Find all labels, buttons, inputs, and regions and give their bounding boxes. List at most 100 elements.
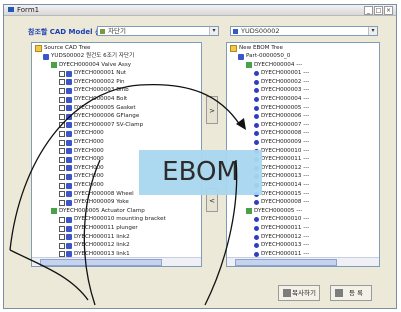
tree-item[interactable]: DYECH000004 Valve Assy xyxy=(51,62,131,69)
title-bar[interactable]: Form1 _ □ × xyxy=(4,5,396,16)
tree-item[interactable]: DYECH000011 link2 xyxy=(59,234,130,241)
tree-item[interactable]: DYECH000003 Blnb xyxy=(59,87,129,94)
checkbox-icon[interactable] xyxy=(59,87,65,94)
checkbox-icon[interactable] xyxy=(59,199,65,206)
tree-item[interactable]: DYECH000011 --- xyxy=(254,225,309,232)
chevron-down-icon[interactable]: ▾ xyxy=(368,27,377,35)
checkbox-icon[interactable] xyxy=(59,191,65,198)
checkbox-icon[interactable] xyxy=(59,139,65,146)
part-icon xyxy=(254,114,259,120)
scrollbar-thumb[interactable] xyxy=(40,259,162,266)
tree-item[interactable]: DYECH000010 mounting bracket xyxy=(59,216,166,223)
tree-item[interactable]: DYECH000 xyxy=(59,173,104,180)
tree-item[interactable]: DYECH000005 Actuator Clamp xyxy=(51,208,145,215)
tree-item[interactable]: DYECH000008 --- xyxy=(254,199,309,206)
tree-item-label: DYECH000008 Wheel xyxy=(74,190,134,197)
checkbox-icon[interactable] xyxy=(59,79,65,86)
checkbox-icon[interactable] xyxy=(59,165,65,172)
tree-item[interactable]: DYECH000012 --- xyxy=(254,165,309,172)
tree-item[interactable]: DYECH000004 --- xyxy=(254,96,309,103)
tree-item[interactable]: DYECH000004 --- xyxy=(246,62,302,69)
close-button[interactable]: × xyxy=(384,6,393,15)
tree-item[interactable]: DYECH000008 --- xyxy=(254,130,309,137)
tree-item-label: DYECH000010 --- xyxy=(261,216,310,223)
horizontal-scrollbar[interactable] xyxy=(32,257,201,266)
tree-item[interactable]: DYECH000006 --- xyxy=(254,113,309,120)
checkbox-icon[interactable] xyxy=(59,225,65,232)
tree-item[interactable]: DYECH000003 --- xyxy=(254,87,309,94)
tree-item[interactable]: DYECH000013 --- xyxy=(254,173,309,180)
part-icon xyxy=(238,53,244,60)
tree-item[interactable]: DYECH000009 --- xyxy=(254,139,309,146)
tree-item[interactable]: DYECH000001 --- xyxy=(254,70,309,77)
tree-item[interactable]: DYECH000005 --- xyxy=(254,105,309,112)
chevron-down-icon[interactable]: ▾ xyxy=(209,27,218,35)
add-to-ebom-button[interactable]: > xyxy=(206,96,218,124)
maximize-button[interactable]: □ xyxy=(374,6,383,15)
tree-item[interactable]: DYECH000014 --- xyxy=(254,182,309,189)
ebom-overlay-label: EBOM xyxy=(139,150,262,195)
checkbox-icon[interactable] xyxy=(59,130,65,137)
checkbox-icon[interactable] xyxy=(59,122,65,129)
tree-item[interactable]: DYECH000007 --- xyxy=(254,122,309,129)
part-icon xyxy=(254,217,259,223)
tree-item-label: DYECH000007 SV-Clamp xyxy=(74,121,144,128)
tree-item[interactable]: DYECH000005 Gasket xyxy=(59,105,136,112)
checkbox-icon[interactable] xyxy=(59,216,65,223)
tree-item[interactable]: DYECH000 xyxy=(59,148,104,155)
tree-item[interactable]: DYECH000010 --- xyxy=(254,148,309,155)
tree-item[interactable]: DYECH000013 --- xyxy=(254,242,309,249)
tree-root[interactable]: New EBOM Tree xyxy=(230,45,283,52)
tree-item[interactable]: DYECH000005 --- xyxy=(246,208,302,215)
tree-item[interactable]: DYECH000009 Yoke xyxy=(59,199,129,206)
tree-item[interactable]: DYECH000006 GFlange xyxy=(59,113,139,120)
checkbox-icon[interactable] xyxy=(59,96,65,103)
part-icon xyxy=(254,131,259,137)
ebom-part-combo[interactable]: YUDS00002 ▾ xyxy=(230,26,378,36)
tree-item[interactable]: DYECH000001 Nut xyxy=(59,70,126,77)
tree-item[interactable]: YUDS00002 원건도 6조기 자단기 xyxy=(43,53,134,60)
checkbox-icon[interactable] xyxy=(59,105,65,112)
checkbox-icon[interactable] xyxy=(59,113,65,120)
tree-item[interactable]: DYECH000012 --- xyxy=(254,234,309,241)
tree-item[interactable]: DYECH000 xyxy=(59,182,104,189)
tree-item[interactable]: DYECH000011 --- xyxy=(254,156,309,163)
tree-item[interactable]: DYECH000007 SV-Clamp xyxy=(59,122,143,129)
checkbox-icon[interactable] xyxy=(59,70,65,77)
tree-item[interactable]: DYECH000 xyxy=(59,130,104,137)
checkbox-icon[interactable] xyxy=(59,148,65,155)
cad-model-combo[interactable]: 자단기 ▾ xyxy=(97,26,219,36)
tree-item-label: DYECH000 xyxy=(74,173,104,180)
tree-root[interactable]: Source CAD Tree xyxy=(35,45,90,52)
checkbox-icon[interactable] xyxy=(59,242,65,249)
copy-button[interactable]: 복사하기 xyxy=(278,285,320,301)
tree-item[interactable]: DYECH000002 --- xyxy=(254,79,309,86)
checkbox-icon[interactable] xyxy=(59,234,65,241)
model-icon xyxy=(100,29,105,34)
tree-item[interactable]: DYECH000 xyxy=(59,156,104,163)
tree-item[interactable]: DYECH000 xyxy=(59,165,104,172)
tree-item[interactable]: DYECH000011 plunger xyxy=(59,225,138,232)
tree-item-label: DYECH000008 --- xyxy=(261,130,310,137)
tree-item[interactable]: DYECH000015 --- xyxy=(254,191,309,198)
tree-root-label: New EBOM Tree xyxy=(239,45,283,51)
checkbox-icon[interactable] xyxy=(59,156,65,163)
register-button[interactable]: 등 록 xyxy=(330,285,372,301)
tree-item[interactable]: DYECH000008 Wheel xyxy=(59,191,134,198)
minimize-button[interactable]: _ xyxy=(364,6,373,15)
horizontal-scrollbar[interactable] xyxy=(227,257,379,266)
checkbox-icon[interactable] xyxy=(59,173,65,180)
checkbox-icon[interactable] xyxy=(59,182,65,189)
tree-item[interactable]: DYECH000002 Pin xyxy=(59,79,125,86)
tree-item-label: DYECH000 xyxy=(74,130,104,137)
tree-item[interactable]: DYECH000010 --- xyxy=(254,216,309,223)
tree-item[interactable]: DYECH000012 link2 xyxy=(59,242,130,249)
tree-item-label: DYECH000004 Valve Assy xyxy=(59,61,132,68)
tree-item-label: DYECH000015 --- xyxy=(261,190,310,197)
tree-item[interactable]: Part-0000050_0 xyxy=(238,53,290,60)
tree-item[interactable]: DYECH000 xyxy=(59,139,104,146)
tree-item-label: DYECH000012 link2 xyxy=(74,242,130,249)
tree-item[interactable]: DYECH000004 Bolt xyxy=(59,96,127,103)
scrollbar-thumb[interactable] xyxy=(235,259,337,266)
tree-item-label: DYECH000010 mounting bracket xyxy=(74,216,166,223)
